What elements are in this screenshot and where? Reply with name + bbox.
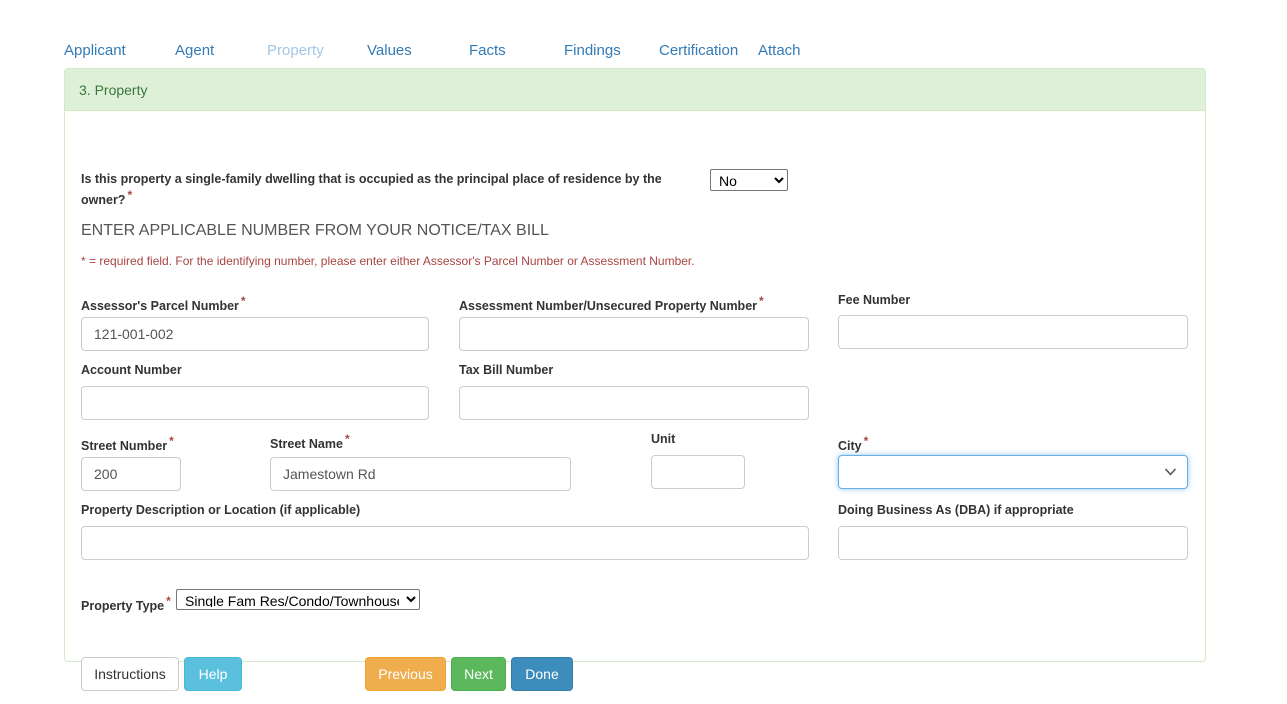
city-select[interactable] [838,455,1188,489]
nav-tab-attach[interactable]: Attach [758,41,801,61]
assessment-number-input[interactable] [459,317,809,351]
label-street-number: Street Number * [81,434,174,454]
label-property-type: Property Type * [81,594,171,614]
panel-heading: 3. Property [65,69,1205,111]
section-title: ENTER APPLICABLE NUMBER FROM YOUR NOTICE… [81,222,549,239]
previous-button[interactable]: Previous [365,657,446,691]
dba-input[interactable] [838,526,1188,560]
instructions-button[interactable]: Instructions [81,657,179,691]
label-fee-number: Fee Number [838,293,911,307]
next-button[interactable]: Next [451,657,506,691]
assessors-parcel-number-input[interactable] [81,317,429,351]
label-tax-bill-number: Tax Bill Number [459,363,554,377]
nav-tab-facts[interactable]: Facts [469,41,506,61]
label-city: City * [838,434,869,454]
nav-tab-values[interactable]: Values [367,41,412,61]
property-description-input[interactable] [81,526,809,560]
nav-tab-findings[interactable]: Findings [564,41,621,61]
label-account-number: Account Number [81,363,182,377]
nav-tab-applicant[interactable]: Applicant [64,41,126,61]
panel-body: Is this property a single-family dwellin… [65,111,1205,691]
unit-input[interactable] [651,455,745,489]
required-asterisk: * [127,188,133,202]
nav-tab-property[interactable]: Property [267,41,324,61]
label-unit: Unit [651,432,676,446]
label-assessment-number: Assessment Number/Unsecured Property Num… [459,294,764,314]
label-dba: Doing Business As (DBA) if appropriate [838,503,1074,517]
nav-tab-certification[interactable]: Certification [659,41,738,61]
residence-question-label: Is this property a single-family dwellin… [81,172,662,208]
nav-tab-agent[interactable]: Agent [175,41,214,61]
label-assessors-parcel-number: Assessor's Parcel Number * [81,294,246,314]
residence-question-select[interactable]: No [710,169,788,191]
label-property-description: Property Description or Location (if app… [81,503,361,517]
label-street-name: Street Name * [270,432,350,452]
done-button[interactable]: Done [511,657,573,691]
street-name-input[interactable] [270,457,571,491]
required-field-note: * = required field. For the identifying … [81,254,695,268]
panel-title: 3. Property [79,81,148,98]
account-number-input[interactable] [81,386,429,420]
wizard-step-nav: Applicant Agent Property Values Facts Fi… [64,36,1206,66]
tax-bill-number-input[interactable] [459,386,809,420]
street-number-input[interactable] [81,457,181,491]
property-panel: 3. Property Is this property a single-fa… [64,68,1206,691]
fee-number-input[interactable] [838,315,1188,349]
form-page: Applicant Agent Property Values Facts Fi… [0,0,1287,704]
help-button[interactable]: Help [184,657,242,691]
property-type-select[interactable]: Single Fam Res/Condo/Townhouse [176,589,420,610]
